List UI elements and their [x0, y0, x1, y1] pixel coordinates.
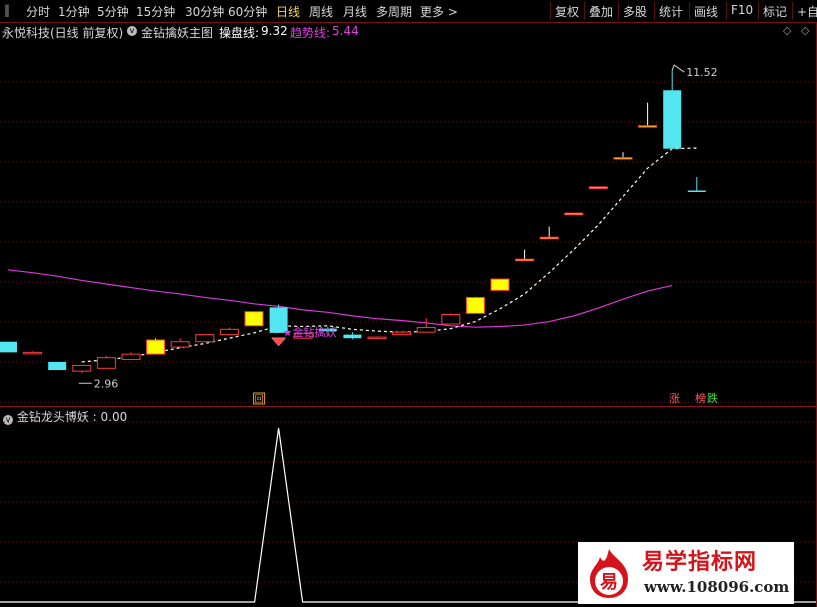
grip-icon[interactable]: ‖: [4, 3, 10, 17]
candle[interactable]: [416, 327, 436, 333]
rank-tag-2: 跌: [707, 391, 718, 405]
signal-label: ★金钻擒妖: [283, 325, 337, 339]
candle[interactable]: [564, 212, 584, 216]
candle[interactable]: [195, 334, 215, 343]
candle[interactable]: [490, 278, 510, 291]
period-tab-10[interactable]: 更多 >: [420, 3, 458, 20]
watermark-banner: 易 易学指标网 www.108096.com: [578, 542, 794, 604]
candle[interactable]: [539, 236, 559, 240]
toolbar-separator: [618, 2, 619, 20]
toolbar-separator: [654, 2, 655, 20]
candle[interactable]: [343, 334, 362, 339]
candle[interactable]: [441, 313, 461, 325]
candle[interactable]: [663, 90, 682, 149]
candle[interactable]: [23, 351, 43, 355]
panel-divider[interactable]: [0, 406, 817, 407]
candle[interactable]: [121, 353, 141, 360]
rank-tag-0: 涨: [669, 392, 680, 405]
price-mode[interactable]: (日线 前复权): [50, 24, 123, 41]
rank-tag-1: 榜: [695, 391, 706, 405]
line2-value: 5.44: [332, 24, 359, 38]
period-tab-9[interactable]: 多周期: [376, 3, 412, 20]
marker-box-label: 回: [255, 394, 264, 405]
action-button-0[interactable]: 复权: [555, 3, 579, 20]
toolbar-separator: [550, 2, 551, 20]
toolbar-separator: [689, 2, 690, 20]
period-tab-3[interactable]: 15分钟: [136, 3, 175, 20]
action-button-5[interactable]: F10: [731, 3, 753, 17]
candle[interactable]: [72, 364, 92, 372]
line1-value: 9.32: [261, 24, 288, 38]
candle[interactable]: [170, 341, 190, 348]
candle[interactable]: [219, 328, 239, 336]
action-button-7[interactable]: +自选: [797, 3, 817, 20]
collapse-icon[interactable]: ◇: [801, 24, 809, 37]
period-tab-7[interactable]: 周线: [309, 3, 333, 20]
toolbar-separator: [758, 2, 759, 20]
period-tab-2[interactable]: 5分钟: [97, 3, 129, 20]
candle[interactable]: [244, 311, 264, 327]
diamond-icon[interactable]: ◇: [783, 24, 791, 37]
action-button-3[interactable]: 统计: [659, 3, 683, 20]
watermark-url: www.108096.com: [644, 578, 790, 596]
chart-info-bar: 永悦科技 (日线 前复权) v 金钻擒妖主图 操盘线: 9.32 趋势线: 5.…: [0, 23, 817, 41]
candlestick-chart[interactable]: 11.52 2.96 ★金钻擒妖回 涨 榜跌: [0, 41, 817, 406]
line2-label: 趋势线:: [290, 26, 331, 40]
watermark-title: 易学指标网: [642, 550, 758, 575]
action-button-1[interactable]: 叠加: [589, 3, 613, 20]
action-button-6[interactable]: 标记: [763, 3, 787, 20]
indicator-menu-icon[interactable]: v: [127, 26, 137, 36]
candle[interactable]: [515, 258, 535, 262]
trend-line: [7, 269, 673, 328]
high-label: 11.52: [686, 66, 718, 79]
action-button-2[interactable]: 多股: [623, 3, 647, 20]
low-label: 2.96: [94, 377, 119, 390]
logo-char: 易: [600, 572, 618, 593]
candle[interactable]: [146, 339, 166, 355]
period-toolbar: 分时 1分钟 5分钟 15分钟 30分钟 60分钟 日线 周线 月线 多周期 更多 > ‖ 复权 叠加 多股…: [0, 0, 817, 23]
period-tab-0[interactable]: 分时: [26, 3, 50, 20]
candle[interactable]: [687, 190, 706, 193]
candle[interactable]: [465, 296, 485, 314]
toolbar-separator: [726, 2, 727, 20]
period-tab-5[interactable]: 60分钟: [228, 3, 267, 20]
control-line: [81, 147, 697, 363]
indicator-name[interactable]: 金钻擒妖主图: [141, 24, 213, 41]
toolbar-separator: [792, 2, 793, 20]
period-tab-4[interactable]: 30分钟: [185, 3, 224, 20]
candle[interactable]: [367, 336, 387, 340]
candle[interactable]: [96, 357, 116, 369]
candle[interactable]: [0, 341, 17, 353]
action-button-4[interactable]: 画线: [694, 3, 718, 20]
toolbar-separator: [584, 2, 585, 20]
period-tab-6[interactable]: 日线: [276, 3, 300, 20]
line1-label: 操盘线:: [219, 26, 260, 40]
diamond-signal-icon: [271, 337, 287, 347]
candle[interactable]: [588, 186, 608, 189]
candle[interactable]: [638, 125, 658, 128]
candle[interactable]: [48, 361, 67, 371]
period-tab-1[interactable]: 1分钟: [58, 3, 90, 20]
stock-name[interactable]: 永悦科技: [2, 24, 50, 41]
flame-logo-icon: 易: [590, 549, 628, 598]
high-pointer: [671, 64, 685, 73]
candle[interactable]: [613, 157, 633, 160]
period-tab-8[interactable]: 月线: [343, 3, 367, 20]
candle[interactable]: [392, 331, 412, 336]
